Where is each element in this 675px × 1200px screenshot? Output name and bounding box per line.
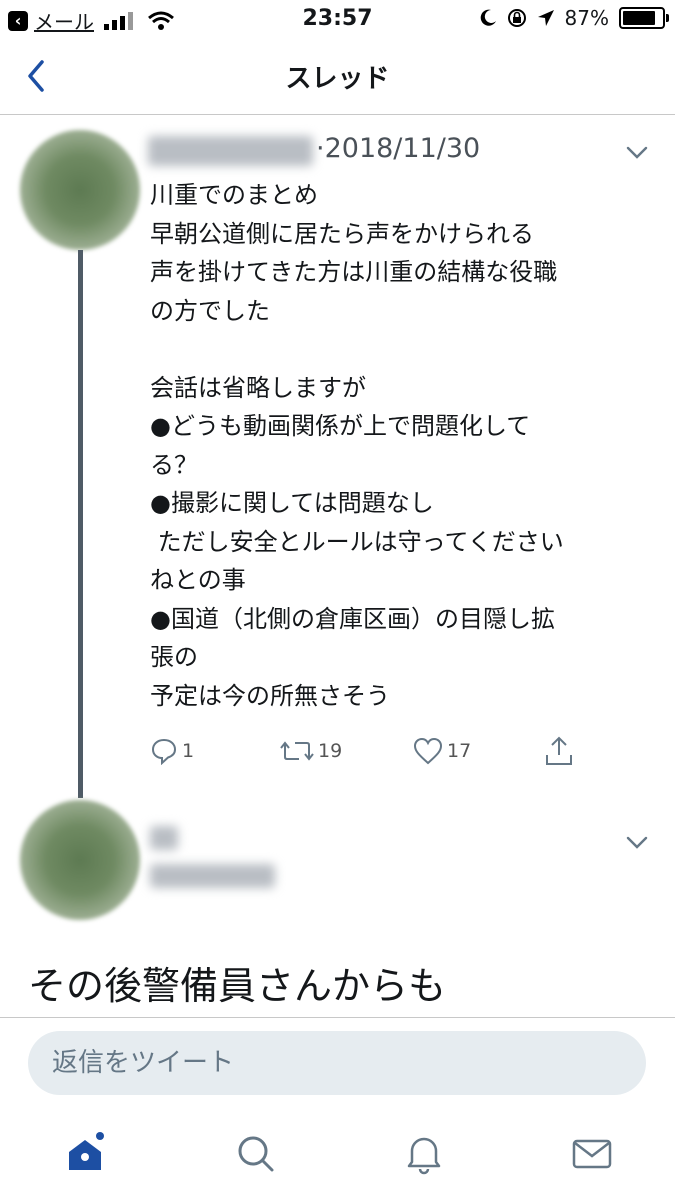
- author-handle-redacted[interactable]: [150, 864, 275, 888]
- page-title: スレッド: [285, 64, 390, 94]
- heart-icon: [413, 737, 443, 765]
- author-name-redacted[interactable]: [150, 826, 178, 850]
- avatar[interactable]: [20, 130, 140, 250]
- tweet-text: その後警備員さんからも: [28, 964, 447, 1008]
- author-name-redacted[interactable]: [148, 136, 313, 166]
- share-action[interactable]: [544, 735, 578, 767]
- retweet-icon: [280, 741, 314, 761]
- status-bar: ‹ メール 23:57 87%: [0, 0, 675, 38]
- share-icon: [546, 736, 572, 765]
- nav-header: スレッド: [0, 38, 675, 115]
- reply-count: 1: [182, 740, 195, 762]
- tweet-date[interactable]: ·2018/11/30: [316, 133, 480, 164]
- reply-input[interactable]: 返信をツイート: [28, 1031, 646, 1095]
- tab-notifications[interactable]: [402, 1132, 446, 1176]
- messages-icon: [572, 1139, 612, 1169]
- tweet-text: 川重でのまとめ 早朝公道側に居たら声をかけられる 声を掛けてきた方は川重の結構な…: [150, 181, 564, 710]
- chevron-down-icon[interactable]: [626, 836, 648, 850]
- battery-icon: [619, 7, 669, 29]
- like-count: 17: [447, 740, 472, 762]
- location-icon: [537, 10, 554, 26]
- avatar[interactable]: [20, 800, 140, 920]
- tab-home[interactable]: [65, 1132, 109, 1176]
- divider: [0, 1017, 675, 1018]
- thread-line: [78, 250, 83, 798]
- moon-icon: [480, 9, 496, 26]
- retweet-count: 19: [318, 740, 343, 762]
- battery-percent: 87%: [564, 6, 609, 30]
- rotation-lock-icon: [507, 9, 526, 27]
- notifications-icon: [407, 1137, 441, 1175]
- status-right: 87%: [479, 6, 669, 30]
- like-action[interactable]: 17: [413, 737, 471, 765]
- reply-action[interactable]: 1: [150, 737, 194, 765]
- tab-search[interactable]: [234, 1132, 278, 1176]
- search-icon: [238, 1136, 274, 1172]
- tab-messages[interactable]: [570, 1132, 614, 1176]
- home-icon: [69, 1132, 104, 1170]
- retweet-action[interactable]: 19: [280, 737, 342, 765]
- chevron-down-icon[interactable]: [626, 146, 648, 160]
- reply-icon: [151, 738, 177, 765]
